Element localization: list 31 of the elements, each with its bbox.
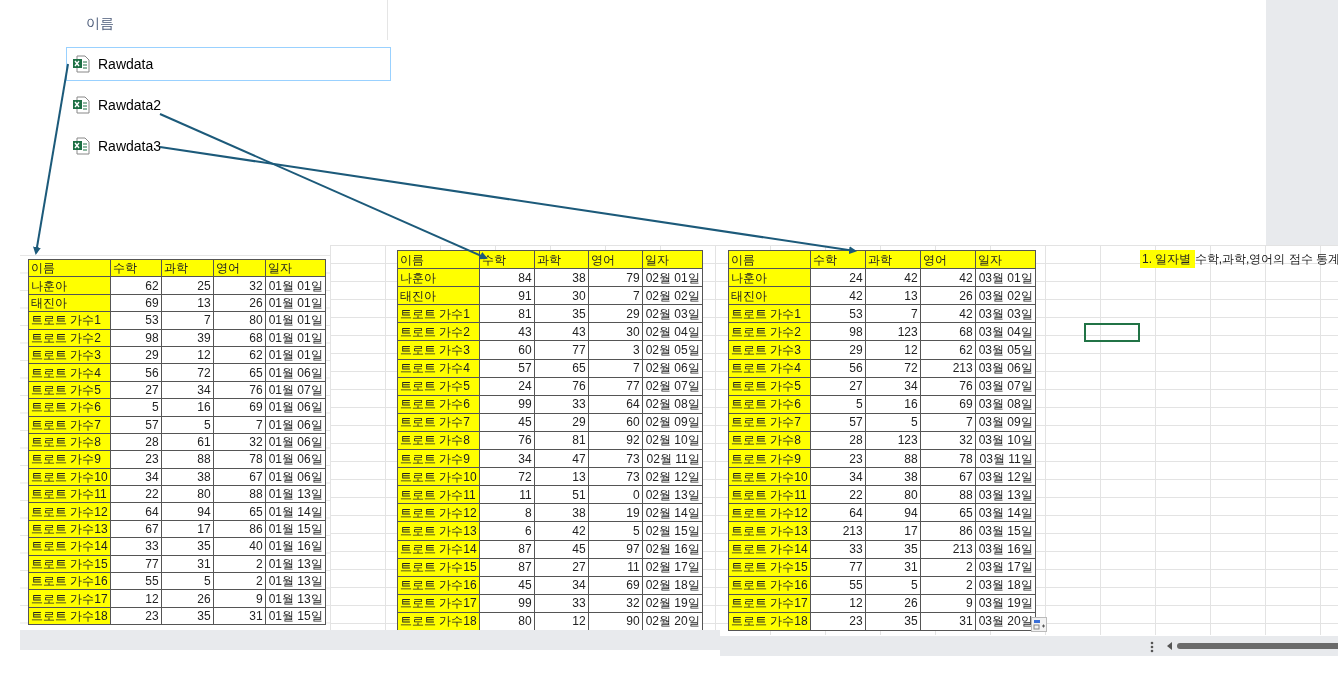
column-header-cell: 수학 — [110, 259, 162, 277]
more-options-icon[interactable] — [1150, 641, 1154, 653]
column-header-cell: 과학 — [161, 259, 214, 277]
column-header-cell: 수학 — [479, 250, 535, 269]
column-header-cell: 이름 — [397, 250, 480, 269]
spreadsheet-file-icon — [72, 96, 90, 114]
selected-cell[interactable] — [1084, 323, 1140, 342]
column-header-cell: 일자 — [642, 250, 703, 269]
column-header-cell: 일자 — [975, 250, 1036, 269]
file-name: Rawdata3 — [98, 136, 162, 156]
file-name: Rawdata2 — [98, 95, 162, 115]
column-header-cell: 이름 — [728, 250, 811, 269]
spreadsheet-file-icon — [72, 137, 90, 155]
column-header-cell: 영어 — [213, 259, 266, 277]
column-header-cell: 과학 — [865, 250, 921, 269]
column-header-cell: 수학 — [810, 250, 866, 269]
sheet-title: 1. 일자별 수학,과학,영어의 점수 통계 — [1140, 250, 1338, 268]
column-header-cell: 영어 — [588, 250, 643, 269]
scroll-left-icon[interactable] — [1167, 642, 1172, 650]
file-item[interactable]: Rawdata — [66, 47, 391, 81]
column-header-cell: 이름 — [28, 259, 111, 277]
column-header-cell: 영어 — [920, 250, 976, 269]
paste-options-icon[interactable] — [1031, 617, 1047, 632]
horizontal-scrollbar[interactable] — [1177, 643, 1338, 649]
spreadsheet-file-icon — [72, 55, 90, 73]
column-header[interactable]: 이름 — [86, 13, 114, 34]
file-item[interactable]: Rawdata2 — [66, 88, 391, 122]
file-name: Rawdata — [98, 54, 154, 74]
file-item[interactable]: Rawdata3 — [66, 129, 391, 163]
column-header-cell: 과학 — [534, 250, 589, 269]
column-header-cell: 일자 — [265, 259, 326, 277]
